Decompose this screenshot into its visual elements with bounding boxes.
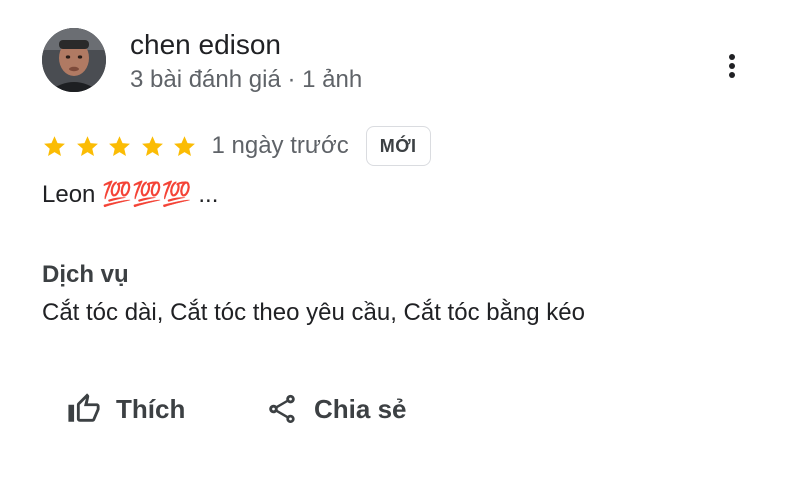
star-rating	[42, 134, 205, 159]
share-button[interactable]: Chia sẻ	[264, 382, 407, 436]
star-icon	[44, 135, 65, 156]
avatar-photo	[42, 28, 106, 92]
author-name[interactable]: chen edison	[130, 28, 281, 62]
thumb-up-icon	[66, 391, 102, 427]
star-icon	[109, 135, 130, 156]
new-badge: MỚI	[365, 126, 431, 166]
star-icon	[174, 135, 195, 156]
services-value: Cắt tóc dài, Cắt tóc theo yêu cầu, Cắt t…	[42, 299, 585, 326]
review-card: chen edison 3 bài đánh giá · 1 ảnh 1 ngà…	[0, 0, 790, 478]
star-icon	[141, 135, 163, 156]
like-label: Thích	[116, 393, 186, 424]
author-meta[interactable]: 3 bài đánh giá · 1 ảnh	[130, 64, 362, 96]
more-vertical-icon	[729, 54, 735, 78]
rating-row: 1 ngày trước MỚI	[42, 124, 431, 168]
more-options-button[interactable]	[716, 46, 748, 86]
services-heading: Dịch vụ	[42, 261, 129, 288]
review-text: Leon 💯💯💯 ...	[42, 181, 219, 208]
like-button[interactable]: Thích	[66, 382, 185, 436]
star-icon	[76, 135, 98, 156]
share-label: Chia sẻ	[314, 393, 407, 424]
avatar[interactable]	[42, 28, 106, 92]
share-icon	[264, 391, 300, 427]
review-date: 1 ngày trước	[211, 132, 349, 159]
